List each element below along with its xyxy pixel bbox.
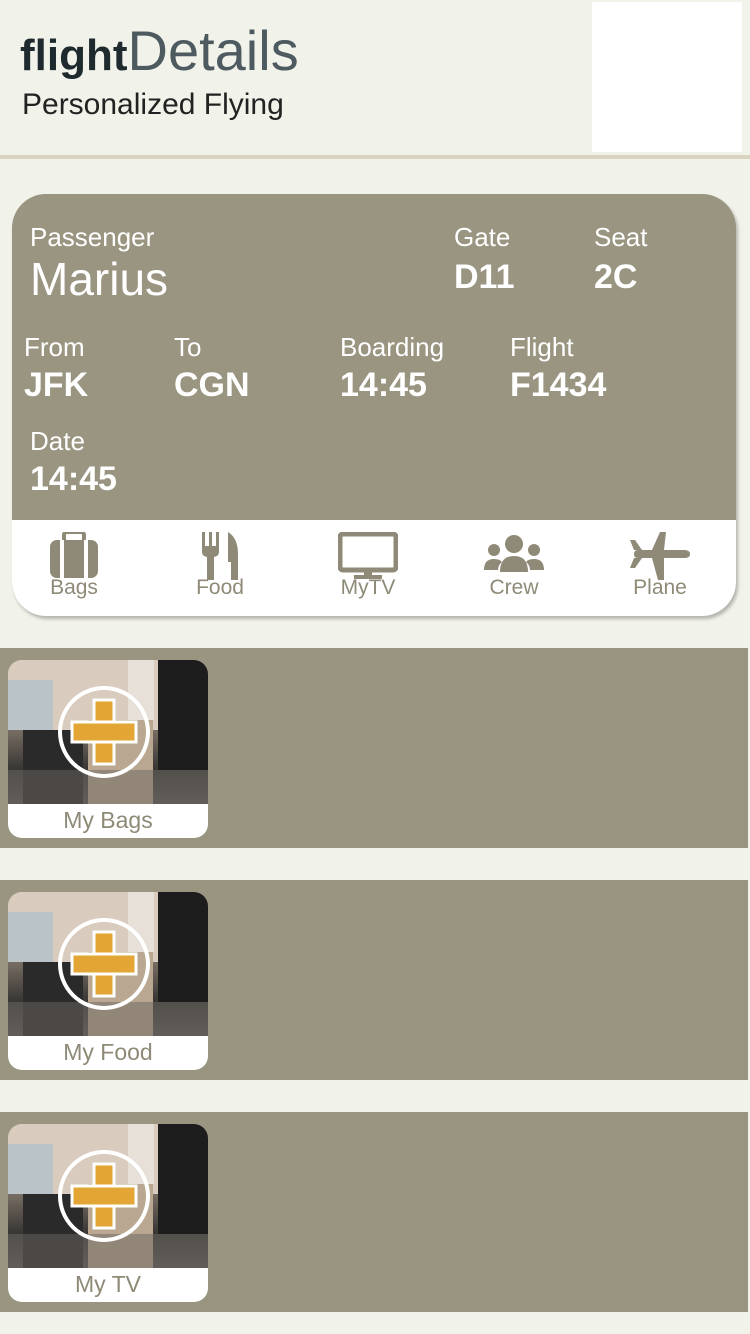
header-divider: [0, 155, 750, 159]
from-value: JFK: [24, 366, 89, 404]
passenger-label: Passenger: [30, 222, 155, 252]
passenger-name: Marius: [30, 253, 169, 305]
food-panel: My Food: [0, 880, 748, 1080]
tile-label-my-bags: My Bags: [63, 807, 153, 833]
nav-item-mytv[interactable]: MyTV: [303, 520, 433, 616]
seat-value: 2C: [594, 258, 638, 296]
add-food-tile[interactable]: My Food: [8, 892, 208, 1070]
tile-label-my-tv: My TV: [74, 1271, 142, 1297]
luggage-photo: [8, 892, 208, 1036]
nav-item-food[interactable]: Food: [155, 520, 285, 616]
from-label: From: [24, 332, 85, 362]
tagline: Personalized Flying: [22, 88, 284, 121]
nav-label-plane: Plane: [633, 576, 687, 599]
suitcase-icon: [50, 532, 98, 578]
gate-value: D11: [454, 258, 515, 296]
brand-light-text: Details: [127, 19, 299, 82]
fork-knife-icon: [202, 532, 238, 580]
brand-logo-text: flightDetails: [20, 18, 299, 82]
nav-item-crew[interactable]: Crew: [449, 520, 579, 616]
flight-value: F1434: [510, 366, 607, 404]
boarding-label: Boarding: [340, 332, 445, 362]
gate-label: Gate: [454, 222, 511, 252]
luggage-photo: [8, 660, 208, 804]
app-header: flightDetails Personalized Flying: [0, 0, 750, 160]
tv-panel: My TV: [0, 1112, 748, 1312]
bags-panel: My Bags: [0, 648, 748, 848]
nav-item-bags[interactable]: Bags: [12, 520, 139, 616]
people-icon: [484, 535, 544, 572]
date-label: Date: [30, 426, 85, 456]
nav-label-food: Food: [196, 576, 244, 599]
boarding-value: 14:45: [340, 366, 427, 404]
nav-label-mytv: MyTV: [340, 576, 396, 599]
boarding-pass-card: Passenger Marius Gate D11 Seat 2C From J…: [12, 194, 736, 616]
nav-label-crew: Crew: [489, 576, 539, 599]
add-tv-tile[interactable]: My TV: [8, 1124, 208, 1302]
monitor-icon: [338, 532, 398, 579]
to-label: To: [174, 332, 202, 362]
service-nav-bar: Bags Food MyTV Crew Plane: [12, 520, 736, 616]
luggage-photo: [8, 1124, 208, 1268]
tile-label-my-food: My Food: [63, 1039, 153, 1065]
logo-placeholder: [592, 2, 742, 152]
nav-item-plane[interactable]: Plane: [595, 520, 725, 616]
seat-label: Seat: [594, 222, 648, 252]
airplane-icon: [630, 532, 690, 580]
nav-label-bags: Bags: [50, 576, 98, 599]
flight-label: Flight: [510, 332, 574, 362]
to-value: CGN: [174, 366, 250, 404]
add-bags-tile[interactable]: My Bags: [8, 660, 208, 838]
date-value: 14:45: [30, 460, 117, 498]
brand-bold-text: flight: [20, 31, 128, 80]
